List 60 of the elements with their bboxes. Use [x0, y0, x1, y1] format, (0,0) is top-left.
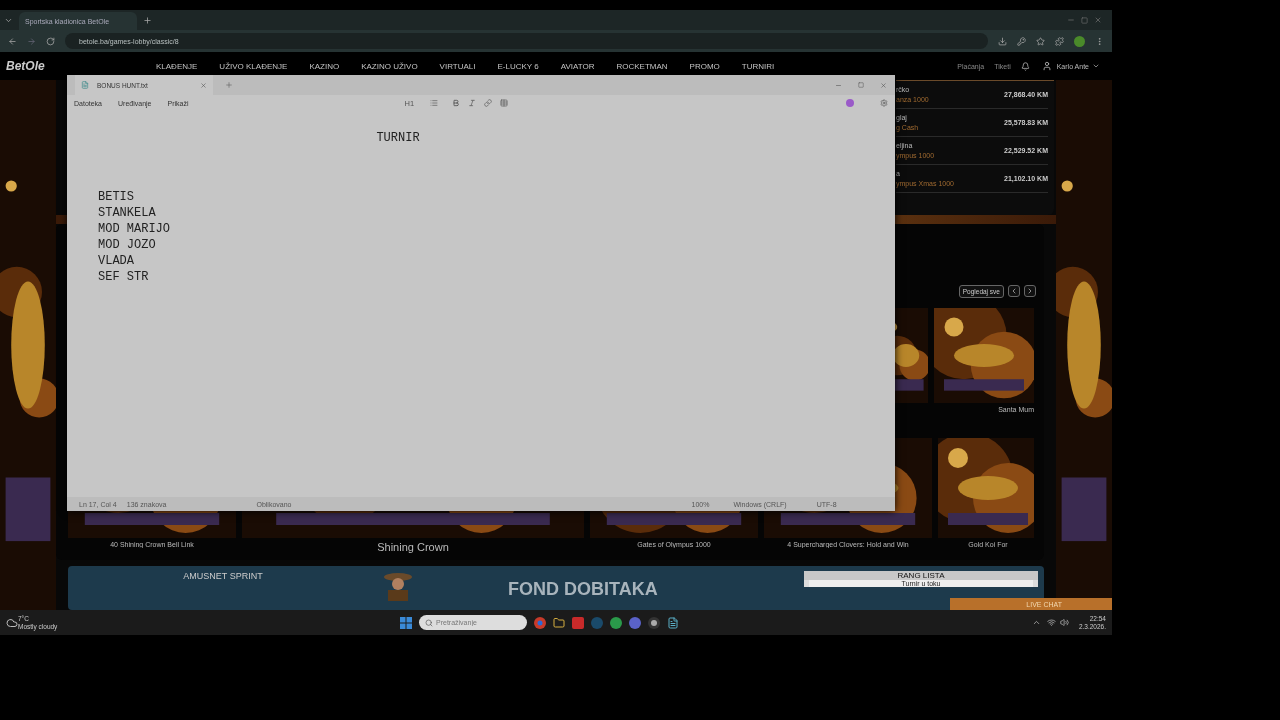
ranking-title: RANG LISTA: [804, 571, 1038, 581]
weather-icon: [6, 616, 18, 629]
document-text-area[interactable]: TURNIR BETIS STANKELA MOD MARIJO MOD JOZO VLADA SEF STR: [67, 111, 895, 497]
list-icon[interactable]: [430, 99, 439, 107]
profile-avatar[interactable]: [1074, 35, 1085, 47]
close-icon[interactable]: [1094, 16, 1102, 24]
document-line: VLADA: [98, 253, 135, 269]
back-icon[interactable]: [8, 36, 17, 46]
volume-icon[interactable]: [1059, 618, 1069, 627]
reload-icon[interactable]: [46, 36, 55, 46]
settings-icon[interactable]: [880, 99, 888, 107]
game-title[interactable]: Shining Crown: [377, 541, 449, 554]
nav-link[interactable]: VIRTUALI: [439, 61, 476, 71]
document-line: MOD MARIJO: [98, 221, 171, 237]
maximize-icon[interactable]: [858, 82, 864, 88]
install-icon[interactable]: [998, 36, 1007, 46]
nav-link[interactable]: PROMO: [689, 61, 720, 71]
nav-link[interactable]: E-LUCKY 6: [497, 61, 539, 71]
nav-link[interactable]: KAZINO: [309, 61, 340, 71]
bookmark-icon[interactable]: [1036, 36, 1045, 46]
folder-icon[interactable]: [553, 616, 565, 629]
bell-icon[interactable]: [1020, 61, 1030, 71]
previous-button[interactable]: [1008, 285, 1020, 298]
banner-headline: FOND DOBITAKA: [508, 579, 658, 601]
italic-icon[interactable]: [468, 99, 477, 107]
nav-link[interactable]: UŽIVO KLAĐENJE: [219, 61, 288, 71]
nav-link[interactable]: TURNIRI: [741, 61, 775, 71]
record-icon[interactable]: [648, 616, 660, 629]
extensions-icon[interactable]: [1055, 36, 1064, 46]
nav-link[interactable]: AVIATOR: [560, 61, 595, 71]
forward-icon[interactable]: [27, 36, 36, 46]
close-icon[interactable]: [880, 81, 887, 89]
site-logo[interactable]: BetOle: [6, 59, 156, 73]
document-line: MOD JOZO: [98, 237, 157, 253]
chevron-right-icon: [1026, 287, 1034, 296]
maximize-icon[interactable]: [1081, 16, 1088, 24]
notepad-icon[interactable]: [667, 616, 679, 629]
link-icon[interactable]: [484, 99, 493, 107]
close-tab-icon[interactable]: [200, 81, 207, 89]
nav-link[interactable]: KLAĐENJE: [156, 61, 198, 71]
table-icon[interactable]: [500, 99, 509, 107]
nav-link[interactable]: KAZINO UŽIVO: [361, 61, 418, 71]
chevron-down-icon[interactable]: [1092, 62, 1100, 70]
nav-link[interactable]: ROCKETMAN: [616, 61, 668, 71]
user-icon[interactable]: [1041, 61, 1052, 71]
search-icon: [425, 618, 433, 627]
chevron-left-icon: [1010, 287, 1018, 296]
tray-icon[interactable]: [1031, 618, 1041, 627]
network-icon[interactable]: [1046, 618, 1056, 627]
start-icon[interactable]: [400, 616, 412, 629]
notepad-icon: [81, 81, 89, 89]
banner-title: AMUSNET SPRINT: [182, 571, 264, 582]
bold-icon[interactable]: [452, 99, 461, 107]
document-heading: TURNIR: [375, 131, 421, 145]
document-line: SEF STR: [98, 269, 150, 285]
new-tab-icon[interactable]: [143, 15, 152, 25]
document-line: STANKELA: [98, 205, 157, 221]
menu-icon[interactable]: [1095, 36, 1104, 46]
document-line: BETIS: [98, 189, 135, 205]
next-button[interactable]: [1024, 285, 1036, 298]
